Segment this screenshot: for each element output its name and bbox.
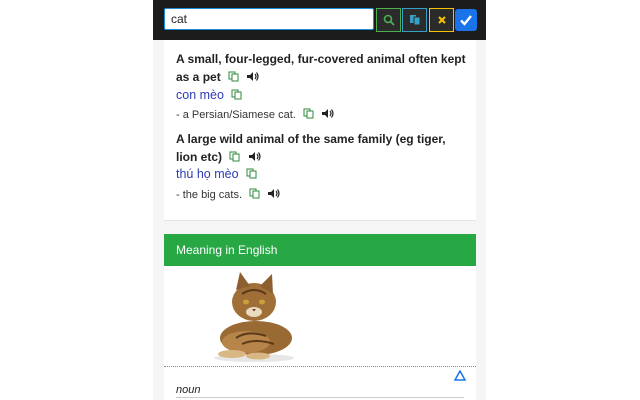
close-icon xyxy=(437,16,446,24)
translation-text: thú họ mèo xyxy=(176,167,257,182)
copy-icon[interactable] xyxy=(229,149,240,167)
definition-text: A large wild animal of the same family (… xyxy=(176,130,468,167)
cat-image xyxy=(214,272,294,362)
speaker-icon[interactable] xyxy=(267,188,280,202)
definition-text: A small, four-legged, fur-covered animal… xyxy=(176,50,466,87)
copy-icon[interactable] xyxy=(231,89,242,103)
divider xyxy=(164,366,476,367)
check-icon xyxy=(460,15,472,26)
speaker-icon[interactable] xyxy=(246,69,259,87)
copy-icon xyxy=(409,15,420,26)
confirm-checkbox[interactable] xyxy=(455,9,477,31)
search-icon xyxy=(383,14,395,26)
translation-text: con mèo xyxy=(176,88,242,103)
copy-icon[interactable] xyxy=(246,168,257,182)
meaning-header[interactable]: Meaning in English xyxy=(164,234,476,266)
copy-icon[interactable] xyxy=(303,108,314,122)
divider xyxy=(176,397,464,398)
example-text: - a Persian/Siamese cat. xyxy=(176,108,334,122)
copy-icon[interactable] xyxy=(228,69,239,87)
speaker-icon[interactable] xyxy=(321,108,334,122)
example-text: - the big cats. xyxy=(176,188,280,202)
search-button[interactable] xyxy=(376,8,401,32)
copy-button[interactable] xyxy=(402,8,427,32)
part-of-speech: noun xyxy=(176,384,201,396)
copy-icon[interactable] xyxy=(249,188,260,202)
collapse-triangle-icon[interactable] xyxy=(454,370,466,381)
speaker-icon[interactable] xyxy=(248,149,261,167)
search-input[interactable] xyxy=(164,8,374,30)
close-button[interactable] xyxy=(429,8,454,32)
